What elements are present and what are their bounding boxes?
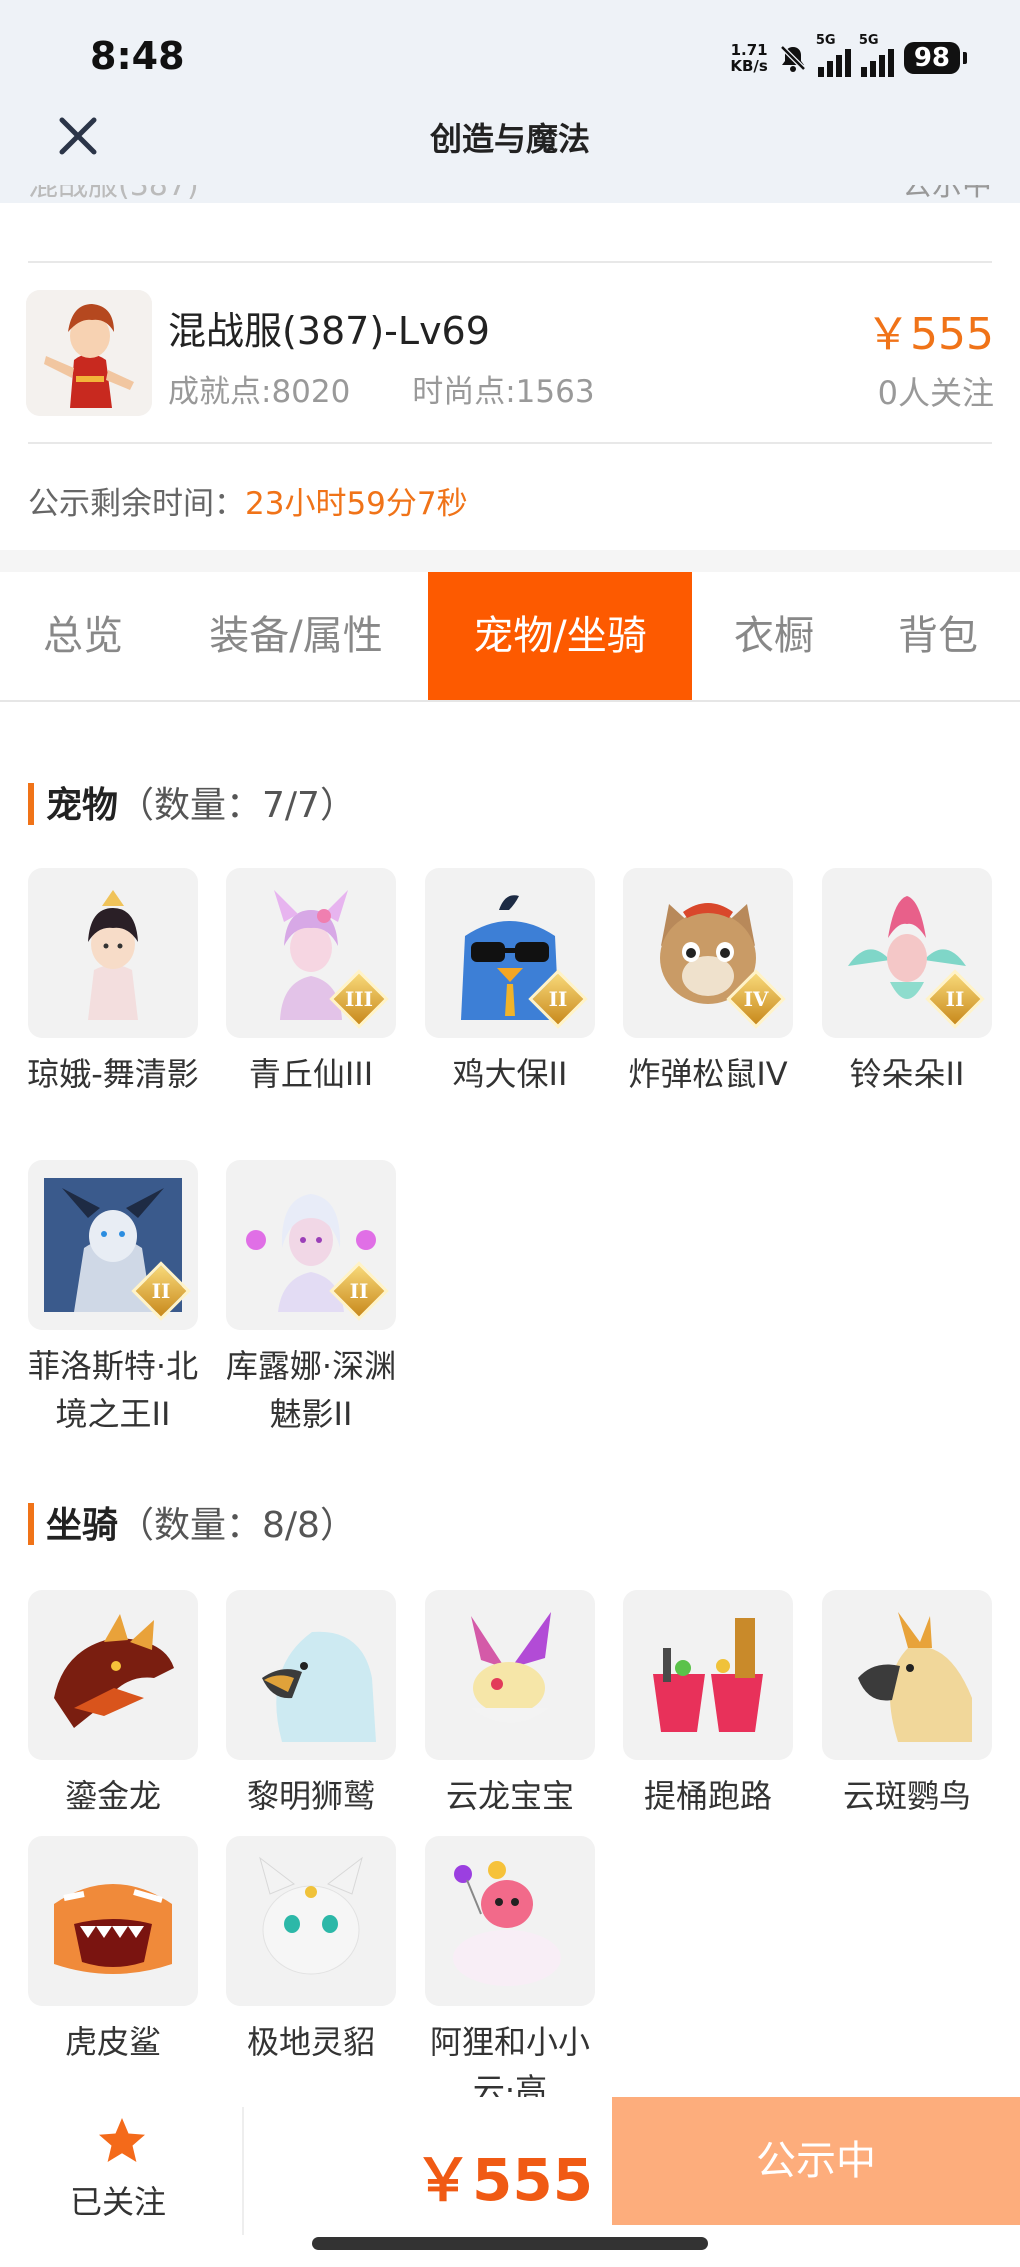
stats-row: 成就点:8020 时尚点:1563 [168, 366, 595, 411]
net-speed-unit: KB/s [730, 57, 768, 75]
pet-item[interactable]: 琼娥-舞清影 [24, 868, 202, 1098]
mount-item[interactable]: 云龙宝宝 [421, 1590, 599, 1820]
pet-name: 铃朵朵II [849, 1055, 965, 1093]
listing-price: ￥555 [866, 309, 994, 360]
pet-item[interactable]: II 鸡大保II [421, 868, 599, 1098]
mount-image [822, 1590, 992, 1760]
fashion-points: 时尚点:1563 [412, 374, 595, 410]
mount-item[interactable]: 提桶跑路 [619, 1590, 797, 1820]
mount-image [226, 1590, 396, 1760]
publicity-button[interactable]: 公示中 [612, 2097, 1020, 2225]
signal-icon: 5G [859, 33, 894, 77]
follower-count: 0人关注 [877, 374, 994, 412]
pet-name: 琼娥-舞清影 [27, 1055, 199, 1093]
pets-header: 宠物（数量：7/7） [28, 776, 356, 828]
tier-badge-label: IV [743, 987, 769, 1011]
achievement-points: 成就点:8020 [168, 374, 351, 410]
tab-pets-mounts[interactable]: 宠物/坐骑 [428, 572, 692, 700]
mount-image [623, 1590, 793, 1760]
divider [28, 442, 992, 444]
mount-image [28, 1836, 198, 2006]
mount-item[interactable]: 虎皮鲨 [24, 1836, 202, 2066]
mount-image [425, 1836, 595, 2006]
partial-status: 公示中 [902, 185, 992, 203]
pet-item[interactable]: II 菲洛斯特·北境之王II [24, 1160, 202, 1438]
signal-icon: 5G [816, 33, 851, 77]
mount-item[interactable]: 阿狸和小小云·高 [421, 1836, 599, 2114]
tab-backpack[interactable]: 背包 [856, 572, 1020, 700]
mount-image [226, 1836, 396, 2006]
mount-item[interactable]: 极地灵貂 [222, 1836, 400, 2066]
tier-badge-label: II [151, 1279, 171, 1303]
mount-name: 黎明狮鹫 [246, 1777, 375, 1815]
pet-name: 青丘仙III [248, 1055, 374, 1093]
tier-badge-label: II [945, 987, 965, 1011]
divider [242, 2107, 244, 2235]
pets-title: 宠物 [46, 785, 119, 826]
mount-item[interactable]: 鎏金龙 [24, 1590, 202, 1820]
mount-name: 虎皮鲨 [64, 2023, 161, 2061]
countdown-label: 公示剩余时间： [28, 486, 245, 522]
mount-name: 提桶跑路 [643, 1777, 772, 1815]
pet-item[interactable]: II 库露娜·深渊魅影II [222, 1160, 400, 1438]
tier-badge-label: III [344, 987, 374, 1011]
tab-equipment[interactable]: 装备/属性 [166, 572, 426, 700]
server-name: 混战服(387)-Lv69 [168, 309, 490, 353]
tab-wardrobe[interactable]: 衣橱 [692, 572, 856, 700]
mounts-count: （数量：8/8） [118, 1505, 356, 1546]
tier-badge-label: II [548, 987, 568, 1011]
mount-name: 云龙宝宝 [445, 1777, 574, 1815]
pet-name: 炸弹松鼠IV [628, 1055, 788, 1093]
page-title: 创造与魔法 [429, 120, 590, 158]
pets-count: （数量：7/7） [118, 785, 356, 826]
mount-item[interactable]: 云斑鹦鸟 [818, 1590, 996, 1820]
tab-overview[interactable]: 总览 [0, 572, 166, 700]
net-speed-value: 1.71 [730, 41, 768, 59]
pet-image: IV [623, 868, 793, 1038]
pet-image: II [822, 868, 992, 1038]
star-icon[interactable] [96, 2115, 148, 2167]
mounts-title: 坐骑 [46, 1505, 119, 1546]
mount-image [425, 1590, 595, 1760]
footer-price: ￥555 [414, 2146, 594, 2214]
mounts-header: 坐骑（数量：8/8） [28, 1496, 356, 1548]
status-time: 8:48 [90, 34, 185, 78]
character-avatar [26, 290, 152, 416]
signal-label: 5G [858, 33, 879, 48]
divider [28, 261, 992, 263]
net-speed: 1.71 KB/s [730, 42, 767, 74]
mount-item[interactable]: 黎明狮鹫 [222, 1590, 400, 1820]
home-indicator [312, 2237, 708, 2250]
pet-image: III [226, 868, 396, 1038]
mute-icon [780, 45, 806, 72]
partial-row: 混战服(387) 公示中 [28, 185, 992, 215]
mount-name: 鎏金龙 [64, 1777, 161, 1815]
tier-badge-label: II [349, 1279, 369, 1303]
countdown-value: 23小时59分7秒 [245, 486, 468, 522]
pet-name: 菲洛斯特·北境之王II [27, 1347, 199, 1433]
pet-name: 库露娜·深渊魅影II [225, 1347, 397, 1433]
status-icons: 1.71 KB/s 5G 5G 98 [730, 33, 968, 78]
pet-image: II [226, 1160, 396, 1330]
top-bar: 8:48 1.71 KB/s 5G 5G 98 创造与魔法 [0, 0, 1020, 203]
pet-item[interactable]: III 青丘仙III [222, 868, 400, 1098]
section-gap [0, 550, 1020, 572]
countdown: 公示剩余时间：23小时59分7秒 [28, 478, 468, 523]
mount-name: 极地灵貂 [246, 2023, 375, 2061]
pet-image [28, 868, 198, 1038]
signal-label: 5G [815, 33, 836, 48]
pet-item[interactable]: IV 炸弹松鼠IV [619, 868, 797, 1098]
pet-item[interactable]: II 铃朵朵II [818, 868, 996, 1098]
pet-image: II [28, 1160, 198, 1330]
tab-bar: 总览 装备/属性 宠物/坐骑 衣橱 背包 [0, 572, 1020, 702]
pet-name: 鸡大保II [452, 1055, 568, 1093]
partial-server: 混战服(387) [28, 185, 199, 203]
battery-icon: 98 [903, 42, 968, 74]
pet-image: II [425, 868, 595, 1038]
mount-name: 云斑鹦鸟 [842, 1777, 971, 1815]
follow-button[interactable]: 已关注 [70, 2177, 166, 2223]
mount-image [28, 1590, 198, 1760]
